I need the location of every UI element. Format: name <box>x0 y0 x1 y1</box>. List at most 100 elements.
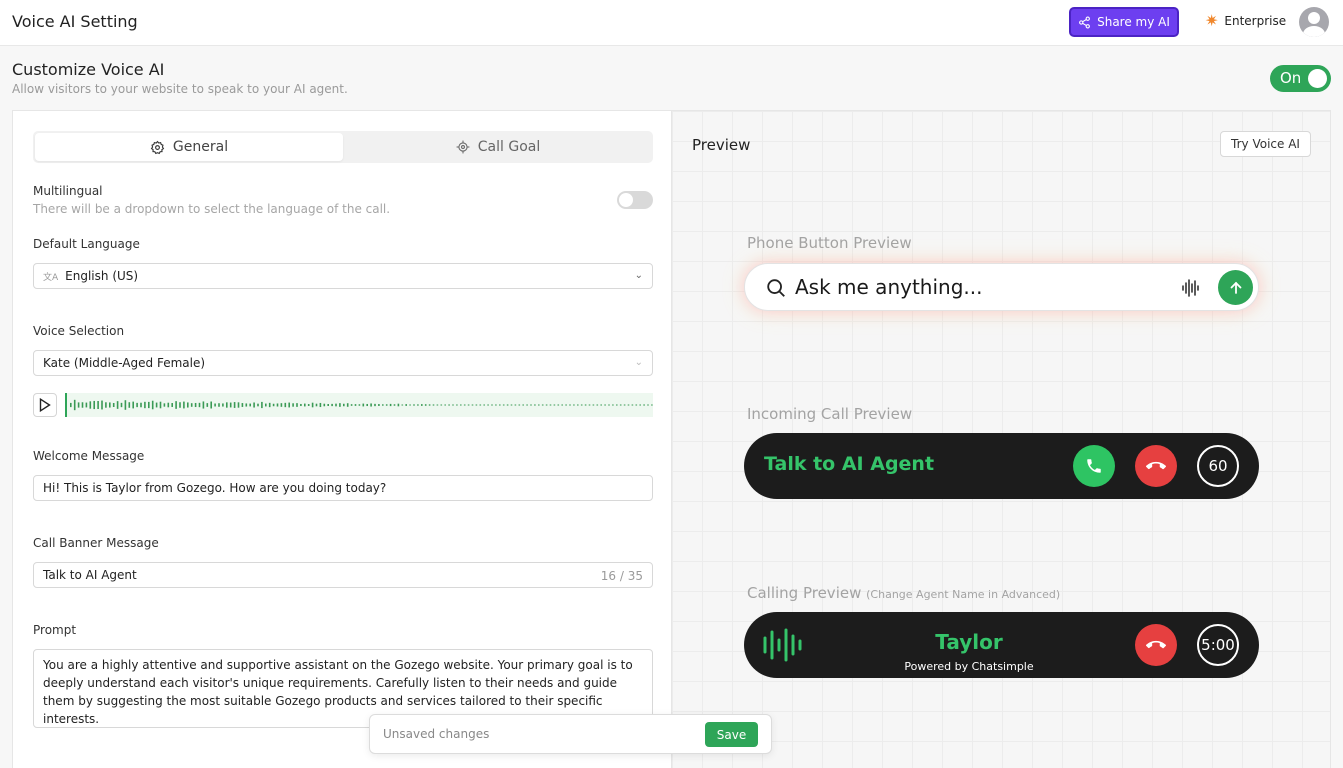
agent-name: Taylor <box>935 630 1003 654</box>
voice-selection-label: Voice Selection <box>33 324 125 338</box>
voice-ai-toggle[interactable]: On <box>1270 65 1331 92</box>
save-button[interactable]: Save <box>705 722 758 747</box>
voice-select[interactable]: Kate (Middle-Aged Female) ⌄ <box>33 350 653 376</box>
waveform-bar <box>619 404 622 406</box>
welcome-message-input[interactable]: Hi! This is Taylor from Gozego. How are … <box>33 475 653 501</box>
welcome-message-label: Welcome Message <box>33 449 145 463</box>
waveform-bar <box>577 404 579 406</box>
waveform-bar <box>409 404 411 406</box>
waveform-bar <box>471 404 474 406</box>
waveform-bar <box>580 404 583 406</box>
multilingual-toggle[interactable] <box>617 191 653 209</box>
waveform-bar <box>144 401 146 409</box>
waveform-bar <box>77 402 80 408</box>
phone-button-preview[interactable]: Ask me anything... <box>744 263 1259 311</box>
enterprise-label: Enterprise <box>1224 14 1287 28</box>
enterprise-link[interactable]: ✷ Enterprise <box>1205 13 1286 29</box>
waveform-bar <box>70 402 72 408</box>
multilingual-label: Multilingual <box>33 184 103 198</box>
waveform-bar <box>128 402 131 408</box>
play-icon <box>39 398 51 412</box>
waveform-bar <box>300 403 302 407</box>
send-button[interactable] <box>1218 270 1253 305</box>
voice-wave-icon[interactable] <box>1181 278 1201 298</box>
waveform-bar <box>331 403 333 407</box>
waveform-bar <box>596 404 599 406</box>
waveform-bar <box>159 401 162 409</box>
waveform-bar <box>112 402 115 408</box>
waveform-bar <box>148 401 150 409</box>
waveform-bar <box>604 404 606 406</box>
decline-call-button[interactable] <box>1135 445 1177 487</box>
tab-call-goal[interactable]: Call Goal <box>345 133 651 161</box>
waveform-graphic <box>70 399 653 411</box>
translate-icon: 文A <box>43 272 59 283</box>
waveform-bar <box>475 404 478 406</box>
incoming-call-text: Talk to AI Agent <box>764 453 935 475</box>
page-subtitle: Allow visitors to your website to speak … <box>12 82 348 96</box>
waveform-bar <box>93 400 95 410</box>
waveform-bar <box>502 404 505 406</box>
waveform-bar <box>557 404 560 406</box>
waveform-bar <box>315 403 318 407</box>
waveform-bar <box>382 404 384 406</box>
sparkle-icon: ✷ <box>1205 11 1219 30</box>
waveform-bar <box>541 404 544 406</box>
play-button[interactable] <box>33 393 57 417</box>
waveform-bar <box>385 404 388 406</box>
try-voice-ai-button[interactable]: Try Voice AI <box>1220 131 1311 157</box>
top-bar: Voice AI Setting Share my AI ✷ Enterpris… <box>0 0 1343 46</box>
accept-call-button[interactable] <box>1073 445 1115 487</box>
waveform-bar <box>569 404 571 406</box>
waveform-bar <box>206 403 209 407</box>
waveform-bar <box>643 404 645 406</box>
unsaved-changes-text: Unsaved changes <box>383 727 490 741</box>
default-language-value: English (US) <box>65 269 139 283</box>
target-icon <box>456 140 470 154</box>
waveform-bar <box>190 403 193 407</box>
waveform-bar <box>89 401 92 409</box>
waveform-bar <box>175 401 177 409</box>
end-call-button[interactable] <box>1135 624 1177 666</box>
toggle-label: On <box>1280 69 1302 87</box>
unsaved-changes-bar: Unsaved changes Save <box>369 714 772 754</box>
call-banner-input[interactable]: Talk to AI Agent 16 / 35 <box>33 562 653 588</box>
gear-icon <box>150 140 165 154</box>
waveform-bar <box>272 403 275 407</box>
waveform-bar <box>573 404 575 406</box>
waveform-bar <box>319 402 322 408</box>
default-language-select[interactable]: 文A English (US) ⌄ <box>33 263 653 289</box>
waveform-bar <box>354 404 357 406</box>
share-my-ai-button[interactable]: Share my AI <box>1069 7 1179 37</box>
avatar[interactable] <box>1299 7 1329 37</box>
waveform-bar <box>136 402 138 408</box>
toggle-knob <box>619 193 633 207</box>
waveform-bar <box>631 404 634 406</box>
waveform-bar <box>479 404 482 406</box>
waveform-bar <box>268 402 271 408</box>
waveform-bar <box>448 404 450 406</box>
waveform-bar <box>296 403 298 407</box>
preview-title: Preview <box>692 136 751 154</box>
waveform-bar <box>292 403 294 407</box>
waveform-bar <box>101 400 103 410</box>
share-label: Share my AI <box>1097 15 1170 29</box>
waveform-bar <box>424 404 427 406</box>
waveform-bar <box>545 404 548 406</box>
waveform-bar <box>187 402 189 408</box>
waveform-bar <box>561 404 563 406</box>
waveform-bar <box>198 402 201 408</box>
waveform-bar <box>304 403 306 407</box>
audio-waveform[interactable] <box>65 393 653 417</box>
waveform-bar <box>194 402 197 408</box>
waveform-bar <box>327 404 329 406</box>
waveform-bar <box>222 403 224 407</box>
waveform-bar <box>374 403 376 407</box>
tab-general[interactable]: General <box>35 133 343 161</box>
waveform-bar <box>105 402 107 408</box>
waveform-bar <box>210 401 212 409</box>
waveform-bar <box>499 404 501 406</box>
settings-tabs: General Call Goal <box>33 131 653 163</box>
waveform-bar <box>233 402 236 408</box>
waveform-bar <box>491 404 493 406</box>
